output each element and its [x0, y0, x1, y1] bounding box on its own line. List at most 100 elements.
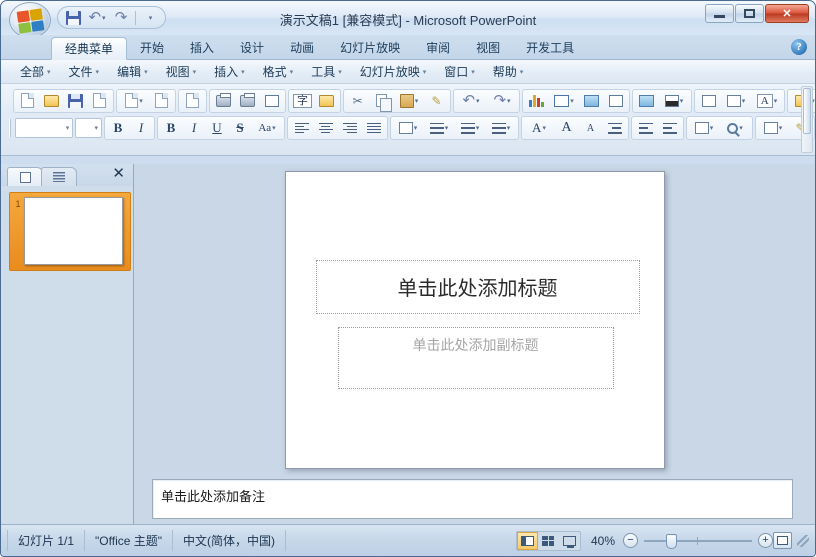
insert-chart-button[interactable] [525, 90, 548, 111]
slide-layout-button[interactable]: ▾ [721, 90, 751, 111]
email-button[interactable]: ▾ [119, 90, 149, 111]
font-size-input[interactable]: ▾ [75, 118, 102, 138]
line-spacing-button[interactable]: ▾ [393, 118, 423, 139]
slide-sorter-button[interactable] [538, 532, 559, 550]
menu-all[interactable]: 全部 ▾ [11, 61, 60, 82]
font-color-button[interactable]: A ▾ [524, 118, 554, 139]
attach-button[interactable] [150, 90, 173, 111]
qat-undo-button[interactable]: ↶ ▾ [86, 8, 108, 27]
insert-shape-button[interactable]: ▾ [689, 118, 719, 139]
slides-list[interactable]: 1 [1, 186, 133, 524]
slide-surface[interactable]: 单击此处添加标题 单击此处添加副标题 [284, 170, 665, 469]
normal-view-button[interactable] [516, 531, 538, 550]
format-painter-button[interactable]: ✎ [425, 90, 448, 111]
maximize-button[interactable] [735, 4, 764, 23]
slider-thumb[interactable] [666, 533, 677, 549]
zoom-out-button[interactable]: − [623, 533, 638, 548]
save-button[interactable] [64, 90, 87, 111]
tab-insert[interactable]: 插入 [177, 36, 227, 59]
redo-button[interactable]: ↷ ▾ [487, 90, 517, 111]
insert-table-button[interactable]: ▾ [549, 90, 579, 111]
print-button[interactable] [212, 90, 235, 111]
new-document-button[interactable] [16, 90, 39, 111]
insert-picture-button[interactable] [580, 90, 603, 111]
menu-file[interactable]: 文件 ▾ [60, 61, 109, 82]
menu-format[interactable]: 格式 ▾ [254, 61, 303, 82]
menu-edit[interactable]: 编辑 ▾ [108, 61, 157, 82]
window-resize-grip[interactable] [797, 534, 809, 547]
outline-tab[interactable] [41, 167, 77, 186]
align-justify-button[interactable] [362, 118, 385, 139]
align-right-button[interactable] [338, 118, 361, 139]
close-button[interactable]: ✕ [765, 4, 809, 23]
copy-button[interactable] [370, 90, 393, 112]
scrollbar-thumb[interactable] [803, 88, 811, 134]
tab-slideshow[interactable]: 幻灯片放映 [327, 36, 413, 59]
qat-save-button[interactable] [62, 8, 84, 27]
slide-show-button[interactable] [559, 532, 580, 550]
office-button[interactable] [9, 2, 51, 38]
permission-button[interactable] [181, 90, 204, 111]
insert-textbox-button[interactable] [697, 90, 720, 111]
research-button[interactable] [315, 90, 338, 111]
tab-developer[interactable]: 开发工具 [513, 36, 587, 59]
zoom-in-button[interactable]: + [758, 533, 773, 548]
italic-button[interactable]: I [130, 118, 152, 139]
insert-diagram-button[interactable] [604, 90, 627, 111]
slides-tab[interactable] [7, 167, 43, 186]
italic-button-2[interactable]: I [183, 118, 205, 139]
slide-thumbnail[interactable] [24, 197, 123, 265]
help-icon[interactable]: ? [791, 39, 807, 55]
tab-design[interactable]: 设计 [227, 36, 277, 59]
print-preview-button[interactable] [236, 90, 259, 111]
notes-pane[interactable]: 单击此处添加备注 [152, 479, 793, 519]
tab-animations[interactable]: 动画 [277, 36, 327, 59]
new-slide-button[interactable] [635, 90, 658, 111]
numbered-list-button[interactable]: ▾ [455, 118, 485, 139]
align-left-button[interactable] [290, 118, 313, 139]
close-pane-button[interactable]: ✕ [112, 166, 125, 182]
paste-button[interactable]: ▾ [394, 90, 424, 111]
promote-button[interactable] [658, 118, 681, 139]
font-name-input[interactable]: ▾ [14, 118, 74, 138]
theme-name[interactable]: "Office 主题" [85, 530, 174, 551]
cut-button[interactable]: ✂ [346, 90, 369, 111]
zoom-slider[interactable] [644, 533, 752, 549]
shape-fill-button[interactable]: ▾ [758, 118, 788, 139]
slide-design-button[interactable]: ▾ [659, 90, 689, 111]
qat-customize-button[interactable]: ▾ [139, 8, 161, 27]
menu-help[interactable]: 帮助 ▾ [484, 61, 533, 82]
list-item[interactable]: 1 [9, 192, 131, 271]
subtitle-placeholder[interactable]: 单击此处添加副标题 [337, 326, 614, 389]
undo-button[interactable]: ↶ ▾ [456, 90, 486, 111]
spelling-check-button[interactable]: 字 [291, 90, 314, 111]
decrease-font-size-button[interactable]: A [579, 118, 602, 139]
bold-button-2[interactable]: B [160, 118, 182, 139]
tab-home[interactable]: 开始 [127, 36, 177, 59]
underline-button[interactable]: U [206, 118, 228, 139]
title-placeholder[interactable]: 单击此处添加标题 [315, 259, 640, 314]
increase-indent-button[interactable] [603, 118, 626, 139]
bulleted-list-button[interactable]: ▾ [486, 118, 516, 139]
tab-review[interactable]: 审阅 [413, 36, 463, 59]
qat-redo-button[interactable]: ↷ [110, 8, 132, 27]
zoom-level[interactable]: 40% [581, 534, 623, 548]
font-style-button[interactable]: A ▾ [752, 90, 782, 111]
change-case-button[interactable]: Aa ▾ [252, 118, 282, 139]
menu-view[interactable]: 视图 ▾ [157, 61, 206, 82]
menu-window[interactable]: 窗口 ▾ [435, 61, 484, 82]
minimize-button[interactable] [705, 4, 734, 23]
increase-font-size-button[interactable]: A [555, 118, 578, 139]
bold-button[interactable]: B [107, 118, 129, 139]
decrease-indent-button[interactable] [634, 118, 657, 139]
menu-tools[interactable]: 工具 ▾ [302, 61, 351, 82]
save-as-pdf-button[interactable] [88, 90, 111, 111]
tab-view[interactable]: 视图 [463, 36, 513, 59]
menu-insert[interactable]: 插入 ▾ [205, 61, 254, 82]
align-center-button[interactable] [314, 118, 337, 139]
shadow-button[interactable]: S [229, 118, 251, 139]
shape-effects-button[interactable]: ▾ [720, 118, 750, 139]
text-direction-button[interactable]: ▾ [424, 118, 454, 139]
tab-classic-menu[interactable]: 经典菜单 [51, 37, 128, 60]
menu-slideshow[interactable]: 幻灯片放映 ▾ [351, 61, 436, 82]
